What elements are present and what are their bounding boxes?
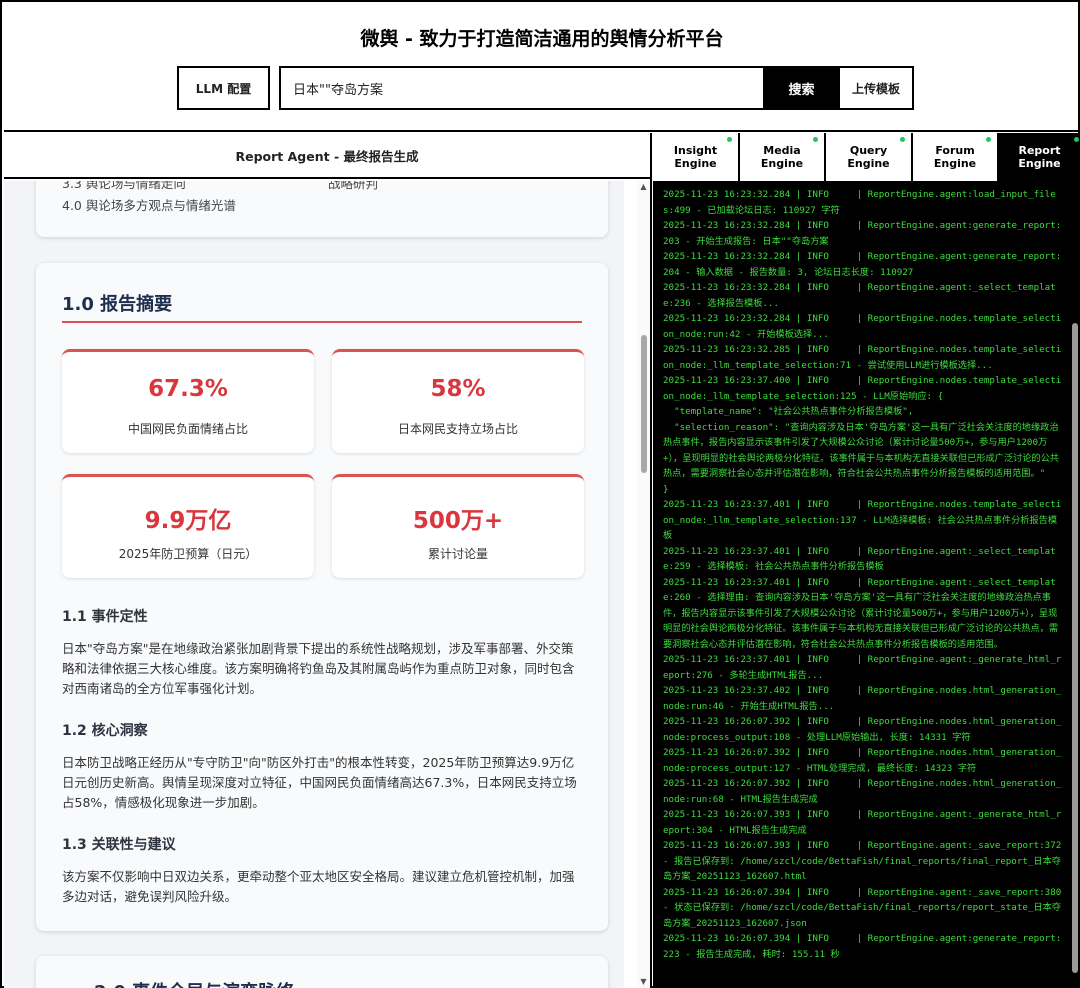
section-divider [62, 321, 582, 323]
toc-item[interactable]: 4.0 舆论场多方观点与情绪光谱 [62, 195, 236, 214]
log-line: 2025-11-23 16:23:32.284 | INFO | ReportE… [663, 251, 1062, 278]
upload-template-button[interactable]: 上传模板 [838, 66, 914, 110]
tab-label: Media [763, 144, 801, 157]
tab-label: Forum [935, 144, 975, 157]
log-console[interactable]: 2025-11-23 16:23:32.284 | INFO | ReportE… [653, 183, 1069, 988]
subsection-title: 1.3 关联性与建议 [62, 837, 176, 853]
engine-log-panel: Insight Engine Media Engine Query Engine… [653, 133, 1080, 988]
toc-item[interactable]: 3.3 舆论场与情绪走向 [62, 181, 186, 192]
summary-section: 1.0 报告摘要 67.3% 中国网民负面情绪占比 58% 日本网民支持立场占比… [36, 263, 608, 931]
toc-card: 3.3 舆论场与情绪走向 战略研判 4.0 舆论场多方观点与情绪光谱 [36, 181, 608, 237]
log-scrollbar[interactable] [1069, 183, 1080, 988]
log-line: 2025-11-23 16:23:37.402 | INFO | ReportE… [663, 685, 1062, 712]
subsection-title: 1.1 事件定性 [62, 609, 148, 625]
stat-card: 58% 日本网民支持立场占比 [332, 349, 584, 453]
stat-card: 500万+ 累计讨论量 [332, 474, 584, 578]
scroll-thumb[interactable] [1072, 323, 1078, 973]
tab-label: Report [1018, 144, 1061, 157]
tab-label: Engine [760, 157, 804, 170]
log-line: 2025-11-23 16:26:07.394 | INFO | ReportE… [663, 933, 1062, 960]
log-line: 2025-11-23 16:26:07.392 | INFO | ReportE… [663, 778, 1062, 805]
stat-card: 67.3% 中国网民负面情绪占比 [62, 349, 314, 453]
app-title: 微舆 - 致力于打造简洁通用的舆情分析平台 [360, 28, 724, 50]
report-panel-title: Report Agent - 最终报告生成 [4, 133, 650, 179]
tab-insight-engine[interactable]: Insight Engine [653, 133, 740, 181]
log-line: 2025-11-23 16:26:07.393 | INFO | ReportE… [663, 809, 1062, 836]
stat-label: 累计讨论量 [427, 547, 488, 561]
search-button[interactable]: 搜索 [763, 66, 840, 110]
tab-report-engine[interactable]: Report Engine [999, 133, 1080, 181]
log-line: 2025-11-23 16:23:37.401 | INFO | ReportE… [663, 499, 1062, 541]
log-line: 2025-11-23 16:26:07.394 | INFO | ReportE… [663, 886, 1067, 929]
status-dot-icon [986, 137, 991, 142]
log-line: 2025-11-23 16:23:37.401 | INFO | ReportE… [663, 576, 1059, 650]
status-dot-icon [900, 137, 905, 142]
log-line: 2025-11-23 16:23:32.284 | INFO | ReportE… [663, 220, 1062, 247]
log-line: 2025-11-23 16:23:32.284 | INFO | ReportE… [663, 189, 1056, 216]
tab-label: Engine [847, 157, 890, 170]
log-line: 2025-11-23 16:23:37.401 | INFO | ReportE… [663, 654, 1062, 681]
log-line: "template_name": "社会公共热点事件分析报告模板", [663, 406, 914, 417]
tab-label: Engine [933, 157, 977, 170]
scroll-thumb[interactable] [641, 335, 647, 473]
scroll-up-icon[interactable]: ▲ [637, 181, 650, 193]
stat-value: 58% [430, 376, 486, 402]
status-dot-icon [727, 137, 732, 142]
stat-label: 中国网民负面情绪占比 [127, 422, 248, 436]
log-line: 2025-11-23 16:26:07.392 | INFO | ReportE… [663, 747, 1062, 774]
report-panel: Report Agent - 最终报告生成 3.3 舆论场与情绪走向 战略研判 … [4, 133, 652, 988]
stat-card: 9.9万亿 2025年防卫预算（日元） [62, 474, 314, 578]
log-line: } [663, 483, 669, 495]
llm-config-button[interactable]: LLM 配置 [177, 66, 270, 110]
tab-forum-engine[interactable]: Forum Engine [913, 133, 999, 181]
log-line: 2025-11-23 16:23:32.285 | INFO | ReportE… [663, 344, 1062, 371]
stat-value: 67.3% [148, 376, 228, 402]
stat-label: 日本网民支持立场占比 [397, 422, 518, 436]
tab-label: Insight [673, 144, 718, 157]
section-title: 2.0 事件全局与演变脉络 [94, 978, 294, 988]
engine-tabs: Insight Engine Media Engine Query Engine… [653, 133, 1080, 183]
scroll-down-icon[interactable]: ▼ [637, 976, 650, 988]
search-input[interactable]: 日本""夺岛方案 [279, 66, 765, 110]
next-section: 2.0 事件全局与演变脉络 [36, 956, 608, 988]
tab-media-engine[interactable]: Media Engine [740, 133, 826, 181]
log-line: 2025-11-23 16:23:37.401 | INFO | ReportE… [663, 545, 1056, 573]
log-line: 2025-11-23 16:26:07.392 | INFO | ReportE… [663, 716, 1062, 743]
subsection-text: 该方案不仅影响中日双边关系，更牵动整个亚太地区安全格局。建议建立危机管控机制，加… [62, 869, 575, 904]
stat-value: 500万+ [412, 508, 504, 534]
status-dot-icon [1074, 137, 1079, 142]
app-window: 微舆 - 致力于打造简洁通用的舆情分析平台 LLM 配置 日本""夺岛方案 搜索… [0, 0, 1080, 988]
status-dot-icon [813, 137, 818, 142]
report-viewer[interactable]: 3.3 舆论场与情绪走向 战略研判 4.0 舆论场多方观点与情绪光谱 1.0 报… [4, 181, 624, 988]
section-title: 1.0 报告摘要 [62, 294, 173, 315]
toc-item[interactable]: 战略研判 [328, 181, 378, 192]
subsection-text: 日本"夺岛方案"是在地缘政治紧张加剧背景下提出的系统性战略规划，涉及军事部署、外… [62, 641, 575, 696]
subsection-title: 1.2 核心洞察 [62, 723, 148, 739]
top-header: 微舆 - 致力于打造简洁通用的舆情分析平台 LLM 配置 日本""夺岛方案 搜索… [4, 4, 1080, 132]
tab-query-engine[interactable]: Query Engine [826, 133, 913, 181]
stat-value: 9.9万亿 [144, 508, 232, 534]
log-line: 2025-11-23 16:26:07.393 | INFO | ReportE… [663, 840, 1067, 882]
report-scrollbar[interactable]: ▲ ▼ [637, 181, 650, 988]
tab-label: Engine [674, 157, 717, 170]
log-line: 2025-11-23 16:23:37.400 | INFO | ReportE… [663, 375, 1062, 402]
log-line: 2025-11-23 16:23:32.284 | INFO | ReportE… [663, 313, 1062, 340]
stat-label: 2025年防卫预算（日元） [118, 547, 258, 561]
log-line: "selection_reason": "查询内容涉及日本'夺岛方案'这一具有广… [663, 421, 1059, 480]
log-line: 2025-11-23 16:23:32.284 | INFO | ReportE… [663, 282, 1056, 309]
tab-label: Engine [1018, 157, 1061, 170]
tab-label: Query [849, 144, 888, 157]
subsection-text: 日本防卫战略正经历从"专守防卫"向"防区外打击"的根本性转变，2025年防卫预算… [62, 755, 577, 810]
